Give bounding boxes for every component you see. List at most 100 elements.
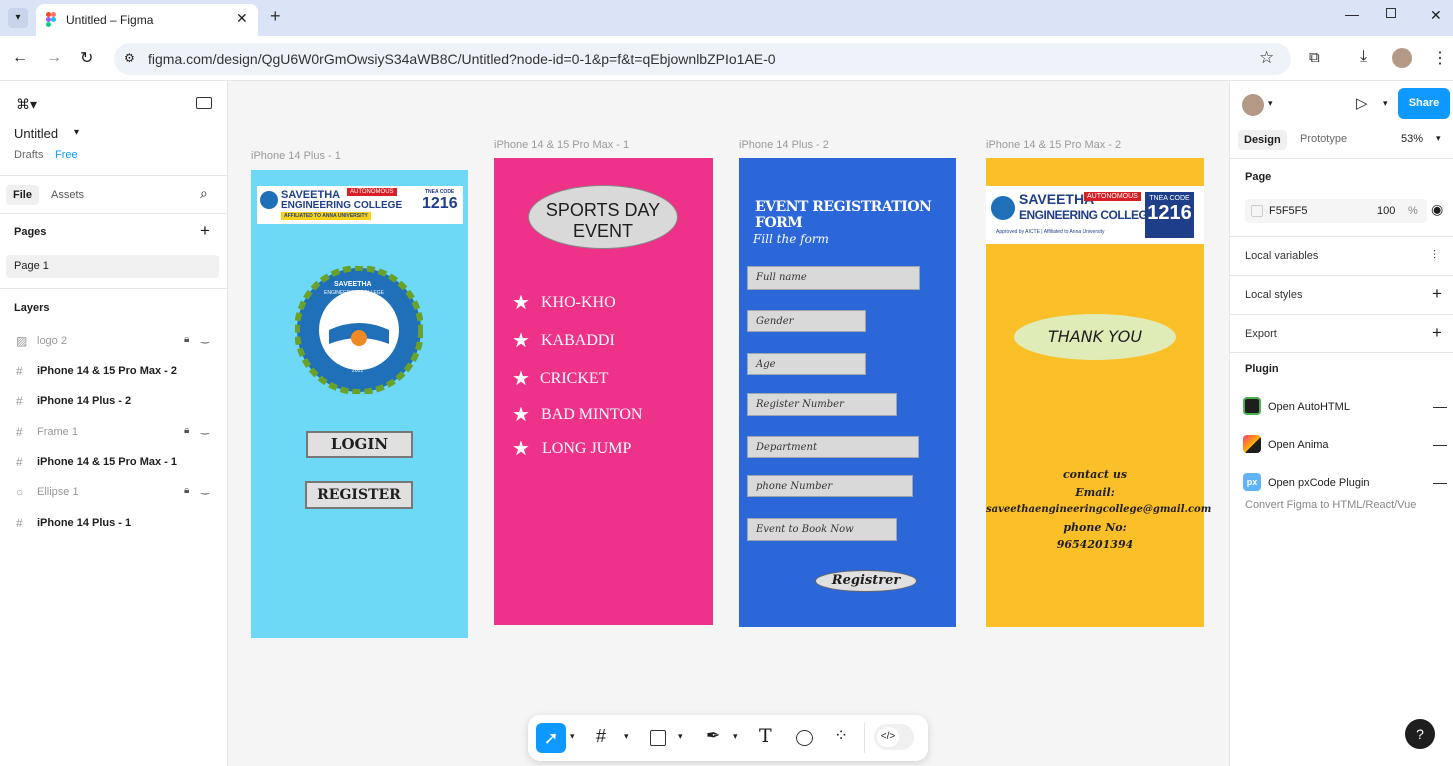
actions-tool-icon[interactable]: ⁘: [834, 726, 848, 746]
layer-row[interactable]: # iPhone 14 & 15 Pro Max - 1: [0, 448, 228, 478]
file-name-chevron-icon[interactable]: ▾: [74, 127, 79, 138]
frame-label[interactable]: iPhone 14 Plus - 2: [739, 139, 829, 151]
new-tab-icon[interactable]: +: [270, 6, 281, 27]
variables-icon[interactable]: ⫶: [1433, 248, 1436, 263]
search-icon[interactable]: ⌕: [200, 185, 208, 202]
chevron-down-icon[interactable]: ▾: [1268, 98, 1273, 109]
back-icon[interactable]: ←: [12, 49, 28, 67]
chevron-down-icon[interactable]: ▾: [1383, 98, 1388, 109]
remove-plugin-icon[interactable]: —: [1433, 398, 1447, 414]
layer-row[interactable]: # iPhone 14 Plus - 1: [0, 509, 228, 539]
move-tool-button[interactable]: ➚: [536, 723, 566, 753]
age-field[interactable]: Age: [747, 353, 866, 375]
background-color-field[interactable]: F5F5F5 100 %: [1245, 199, 1427, 223]
browser-menu-icon[interactable]: ⋮: [1432, 48, 1448, 68]
comment-tool-icon[interactable]: [796, 730, 813, 746]
present-play-icon[interactable]: ▷: [1356, 94, 1368, 112]
tab-design[interactable]: Design: [1238, 130, 1287, 150]
registrer-button[interactable]: Registrer: [815, 570, 917, 592]
maximize-icon[interactable]: [1386, 8, 1396, 18]
frame-iphone-pro-max-2[interactable]: SAVEETHA AUTONOMOUS ENGINEERING COLLEGE …: [986, 158, 1211, 627]
bg-color-value[interactable]: F5F5F5: [1269, 205, 1308, 217]
register-number-field[interactable]: Register Number: [747, 393, 897, 416]
banner-autonomous-badge: AUTONOMOUS: [1084, 192, 1141, 201]
bg-opacity-value[interactable]: 100: [1377, 205, 1395, 217]
pen-tool-icon[interactable]: ✒: [706, 726, 720, 746]
frame-iphone-pro-max-1[interactable]: SPORTS DAY EVENT ★ KHO-KHO ★ KABADDI ★ C…: [494, 158, 713, 625]
add-page-icon[interactable]: +: [200, 221, 210, 241]
color-swatch[interactable]: [1251, 205, 1263, 217]
help-button[interactable]: ?: [1405, 719, 1435, 749]
frame-label[interactable]: iPhone 14 & 15 Pro Max - 2: [986, 139, 1121, 151]
export-label[interactable]: Export: [1245, 328, 1277, 340]
chevron-down-icon[interactable]: ▾: [1436, 133, 1441, 144]
layer-row[interactable]: # iPhone 14 & 15 Pro Max - 2: [0, 357, 228, 387]
gender-field[interactable]: Gender: [747, 310, 866, 332]
figma-menu-icon[interactable]: ⌘▾: [16, 96, 37, 113]
close-tab-icon[interactable]: ✕: [236, 10, 248, 27]
login-button[interactable]: LOGIN: [306, 431, 413, 458]
page-item[interactable]: Page 1: [6, 255, 219, 278]
tab-file[interactable]: File: [6, 185, 39, 205]
plugin-row-anima[interactable]: Open Anima —: [1230, 434, 1453, 458]
extensions-icon[interactable]: ⧉: [1309, 49, 1320, 66]
plan-badge[interactable]: Free: [55, 149, 78, 161]
remove-plugin-icon[interactable]: —: [1433, 474, 1447, 490]
frame-tool-icon[interactable]: #: [596, 726, 606, 747]
eye-icon[interactable]: ◉: [1431, 201, 1443, 218]
close-window-icon[interactable]: ✕: [1430, 7, 1442, 24]
chevron-down-icon[interactable]: ▾: [733, 731, 738, 742]
tab-prototype[interactable]: Prototype: [1300, 133, 1347, 145]
toggle-sidebar-icon[interactable]: [196, 97, 212, 109]
lock-icon[interactable]: 🔒︎: [184, 425, 189, 436]
hidden-eye-icon[interactable]: ‿: [201, 424, 209, 435]
layer-row[interactable]: ▨ logo 2 🔒︎ ‿: [0, 327, 228, 357]
download-icon[interactable]: ⤓: [1360, 48, 1367, 66]
remove-plugin-icon[interactable]: —: [1433, 436, 1447, 452]
frame-iphone-14-plus-1[interactable]: SAVEETHA AUTONOMOUS ENGINEERING COLLEGE …: [251, 170, 468, 638]
zoom-level[interactable]: 53%: [1401, 133, 1423, 145]
hidden-eye-icon[interactable]: ‿: [201, 333, 209, 344]
layer-row[interactable]: ○ Ellipse 1 🔒︎ ‿: [0, 478, 228, 508]
chevron-down-icon[interactable]: ▾: [624, 731, 629, 742]
profile-avatar[interactable]: [1392, 48, 1412, 68]
tab-assets[interactable]: Assets: [51, 189, 84, 201]
canvas[interactable]: iPhone 14 Plus - 1 SAVEETHA AUTONOMOUS E…: [228, 81, 1229, 766]
rectangle-tool-icon[interactable]: [650, 730, 666, 746]
tab-search-button[interactable]: ▾: [8, 8, 28, 28]
drafts-label[interactable]: Drafts: [14, 149, 43, 161]
chevron-down-icon[interactable]: ▾: [570, 731, 575, 742]
user-avatar[interactable]: [1242, 94, 1264, 116]
file-name[interactable]: Untitled: [14, 126, 58, 141]
share-button[interactable]: Share: [1398, 88, 1450, 119]
dev-mode-toggle[interactable]: </>: [874, 724, 914, 750]
text-tool-icon[interactable]: T: [759, 725, 772, 747]
plugin-row-autohtml[interactable]: Open AutoHTML —: [1230, 396, 1453, 420]
forward-icon[interactable]: →: [46, 49, 62, 67]
event-field[interactable]: Event to Book Now: [747, 518, 897, 541]
frame-iphone-14-plus-2[interactable]: EVENT REGISTRATION FORM Fill the form Fu…: [739, 158, 956, 627]
minimize-icon[interactable]: —: [1345, 6, 1359, 22]
department-field[interactable]: Department: [747, 436, 919, 458]
phone-number-field[interactable]: phone Number: [747, 475, 913, 497]
reload-icon[interactable]: ↻: [80, 48, 93, 68]
frame-label[interactable]: iPhone 14 & 15 Pro Max - 1: [494, 139, 629, 151]
site-settings-icon[interactable]: ⚙: [124, 51, 135, 65]
full-name-field[interactable]: Full name: [747, 266, 920, 290]
lock-icon[interactable]: 🔒︎: [184, 485, 189, 496]
local-variables-label[interactable]: Local variables: [1245, 250, 1318, 262]
chevron-down-icon[interactable]: ▾: [678, 731, 683, 742]
lock-icon[interactable]: 🔒︎: [184, 334, 189, 345]
layer-row[interactable]: # iPhone 14 Plus - 2: [0, 387, 228, 417]
frame-label[interactable]: iPhone 14 Plus - 1: [251, 150, 341, 162]
add-export-icon[interactable]: +: [1432, 323, 1442, 343]
bookmark-star-icon[interactable]: ☆: [1259, 48, 1274, 68]
browser-tab[interactable]: Untitled – Figma ✕: [36, 4, 258, 36]
hidden-eye-icon[interactable]: ‿: [201, 484, 209, 495]
plugin-row-pxcode[interactable]: px Open pxCode Plugin —: [1230, 472, 1453, 496]
register-button[interactable]: REGISTER: [305, 481, 413, 509]
add-style-icon[interactable]: +: [1432, 284, 1442, 304]
url-bar[interactable]: ⚙ figma.com/design/QgU6W0rGmOwsiyS34aWB8…: [114, 43, 1291, 75]
layer-row[interactable]: # Frame 1 🔒︎ ‿: [0, 418, 228, 448]
local-styles-label[interactable]: Local styles: [1245, 289, 1302, 301]
